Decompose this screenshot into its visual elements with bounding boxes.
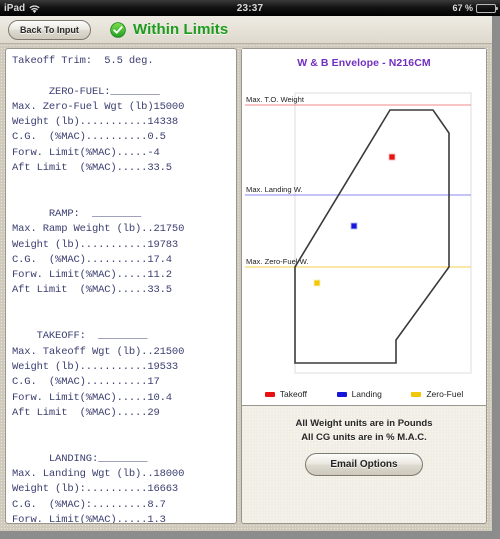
- email-options-button[interactable]: Email Options: [305, 453, 423, 476]
- units-note: All Weight units are in Pounds All CG un…: [242, 417, 486, 445]
- weight-balance-report-panel[interactable]: Takeoff Trim: 5.5 deg. ZERO-FUEL:_______…: [5, 48, 237, 524]
- units-cg-line: All CG units are in % M.A.C.: [301, 432, 427, 443]
- legend-label: Landing: [351, 389, 382, 399]
- window-right-edge: [492, 16, 500, 539]
- battery-percent: 67 %: [452, 3, 473, 13]
- navigation-bar: Back To Input Within Limits: [0, 16, 500, 44]
- legend-label: Takeoff: [279, 389, 308, 399]
- units-weight-line: All Weight units are in Pounds: [295, 418, 433, 429]
- app-root: iPad 23:37 67 % Back To Input Within Lim…: [0, 0, 500, 539]
- legend-item: Landing: [336, 389, 382, 399]
- content-area: Takeoff Trim: 5.5 deg. ZERO-FUEL:_______…: [0, 44, 492, 531]
- data-point-takeoff: [388, 153, 396, 161]
- check-circle-icon: [110, 21, 126, 38]
- envelope-chart-card: W & B Envelope - N216CM Max. T.O. Weight…: [242, 49, 486, 406]
- legend-item: Takeoff: [264, 389, 308, 399]
- status-bar-right: 67 %: [452, 3, 498, 13]
- chart-column: W & B Envelope - N216CM Max. T.O. Weight…: [241, 48, 487, 524]
- status-bar: iPad 23:37 67 %: [0, 0, 500, 16]
- reference-line-label: Max. Landing W.: [246, 185, 303, 194]
- window-bottom-edge: [0, 531, 500, 539]
- report-text: Takeoff Trim: 5.5 deg. ZERO-FUEL:_______…: [12, 55, 185, 524]
- legend-swatch-icon: [336, 391, 347, 397]
- data-point-zero-fuel: [313, 279, 321, 287]
- battery-icon: [476, 3, 498, 13]
- envelope-plot: Max. T.O. WeightMax. Landing W.Max. Zero…: [245, 92, 472, 374]
- chart-legend: Takeoff Landing Zero-Fuel: [242, 389, 486, 399]
- data-point-landing: [350, 222, 358, 230]
- legend-label: Zero-Fuel: [426, 389, 464, 399]
- navbar-title-group: Within Limits: [110, 21, 228, 38]
- legend-swatch-icon: [411, 391, 422, 397]
- status-bar-clock: 23:37: [236, 2, 264, 14]
- legend-swatch-icon: [264, 391, 275, 397]
- back-to-input-button[interactable]: Back To Input: [8, 19, 91, 40]
- cg-envelope-polygon: [294, 109, 450, 364]
- legend-item: Zero-Fuel: [411, 389, 463, 399]
- page-title: Within Limits: [133, 21, 229, 38]
- reference-line-label: Max. T.O. Weight: [246, 95, 305, 104]
- plot-frame: [294, 92, 472, 374]
